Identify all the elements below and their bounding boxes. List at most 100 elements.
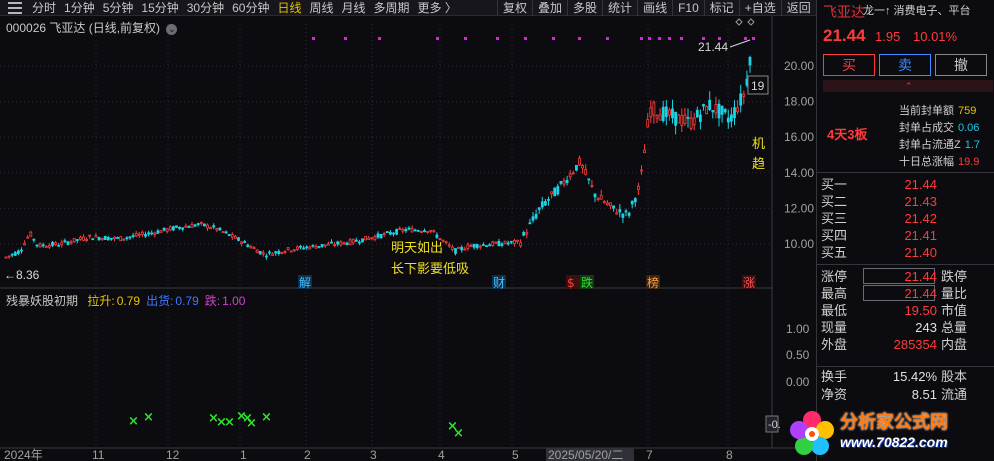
candle-body (79, 236, 82, 240)
candle-body (277, 250, 281, 254)
candle-body (333, 244, 337, 247)
high-price-arrow (729, 39, 751, 48)
divider (817, 366, 994, 367)
period-tab[interactable]: 30分钟 (183, 0, 228, 16)
candle-body (593, 193, 597, 198)
candle-body (314, 246, 318, 249)
candle-body (289, 250, 293, 253)
candle-body (599, 194, 603, 200)
candle-body (658, 114, 662, 121)
signal-dot (524, 37, 527, 40)
candle-body (460, 246, 464, 251)
candle-body (274, 251, 278, 254)
candle-body (165, 228, 169, 232)
quote-label-2: 股本 (941, 369, 968, 384)
quote-value: 8.51 (911, 387, 937, 402)
candle-body (249, 246, 253, 249)
candle-body (271, 253, 275, 256)
price-change: 1.95 (875, 29, 901, 44)
buy-button[interactable]: 买 (823, 54, 875, 76)
chevron-down-icon[interactable]: ⌄ (166, 24, 178, 35)
candle-body (94, 235, 98, 238)
candle-body (652, 102, 656, 116)
candle-body (494, 241, 498, 244)
candle-body (506, 242, 510, 245)
toolbar-button[interactable]: 标记 (703, 0, 739, 16)
event-marker: 财 (493, 276, 505, 290)
candle-body (699, 114, 702, 122)
candle-body (519, 242, 522, 247)
period-tab[interactable]: 周线 (305, 0, 337, 16)
indicator-tick-label: 1.00 (786, 322, 810, 336)
signal-dot (464, 37, 467, 40)
candle-body (361, 238, 364, 243)
menu-icon[interactable] (8, 1, 22, 14)
sell-button[interactable]: 卖 (879, 54, 931, 76)
chart-canvas[interactable]: 20.0018.0016.0014.0012.0010.001.000.500.… (0, 16, 816, 461)
quote-value: 15.42% (892, 369, 937, 384)
period-tab[interactable]: 5分钟 (99, 0, 138, 16)
candle-body (32, 238, 36, 241)
candle-body (475, 244, 479, 249)
concept-tags[interactable]: 龙一↑ 消费电子、平台 (863, 2, 971, 18)
candle-body (705, 106, 708, 115)
cancel-button[interactable]: 撤 (935, 54, 987, 76)
collapse-toggle[interactable]: ⌃ (823, 80, 993, 92)
toolbar-button[interactable]: 返回 (780, 0, 816, 16)
period-tab[interactable]: 月线 (338, 0, 370, 16)
candle-body (357, 241, 361, 244)
signal-x-mark: × (261, 410, 272, 425)
candle-body (264, 255, 268, 258)
period-tab[interactable]: 1分钟 (60, 0, 99, 16)
indicator-value: 0.79 (175, 294, 199, 308)
period-tab[interactable]: 更多 〉 (414, 0, 461, 16)
high-price-label: 21.44 (698, 40, 728, 54)
candle-body (72, 237, 76, 243)
candle-body (485, 245, 488, 248)
toolbar-button[interactable]: 画线 (637, 0, 672, 16)
bid-row[interactable]: 买三 21.42 (821, 210, 991, 227)
period-tab[interactable]: 日线 (273, 0, 305, 16)
bid-row[interactable]: 买四 21.41 (821, 227, 991, 244)
candle-body (680, 115, 684, 126)
toolbar-button[interactable]: 叠加 (532, 0, 567, 16)
toolbar-button[interactable]: +自选 (738, 0, 781, 16)
candle-body (326, 243, 330, 246)
stock-title: 000026 飞亚达 (日线,前复权) ⌄ (6, 19, 178, 36)
period-tab[interactable]: 15分钟 (137, 0, 182, 16)
bid-row[interactable]: 买五 21.40 (821, 244, 991, 261)
bid-row[interactable]: 买一 21.44 (821, 176, 991, 193)
toolbar-button[interactable]: F10 (672, 0, 704, 16)
candle-body (156, 230, 160, 234)
period-tab[interactable]: 多周期 (370, 0, 414, 16)
candle-body (565, 179, 569, 184)
candle-body (4, 256, 8, 259)
signal-dot (640, 37, 643, 40)
candle-body (63, 240, 67, 243)
period-tab[interactable]: 分时 (28, 0, 60, 16)
candle-body (41, 244, 45, 247)
candle-body (69, 241, 73, 244)
candle-body (568, 173, 572, 178)
quote-label-2: 总量 (941, 320, 968, 335)
signal-dot (378, 37, 381, 40)
toolbar-button[interactable]: 复权 (497, 0, 532, 16)
signal-dot (606, 37, 609, 40)
candle-body (370, 237, 374, 240)
signal-x-mark: × (143, 410, 154, 425)
candle-body (128, 236, 132, 239)
period-tab[interactable]: 60分钟 (228, 0, 273, 16)
bid-row[interactable]: 买二 21.43 (821, 193, 991, 210)
candle-body (438, 237, 442, 240)
candle-body (435, 234, 439, 238)
candle-body (516, 239, 519, 242)
stock-code: 000026 (6, 21, 47, 35)
candle-body (190, 224, 194, 228)
candle-body (488, 244, 492, 247)
toolbar-button[interactable]: 多股 (567, 0, 602, 16)
candle-body (23, 242, 27, 246)
toolbar-button[interactable]: 统计 (602, 0, 637, 16)
candle-body (723, 109, 727, 113)
candle-body (57, 244, 61, 247)
kline-chart-area[interactable]: 20.00 18.00 16.00 14.00 12.00 10.00 1.00 0.50 0.… (0, 16, 816, 461)
